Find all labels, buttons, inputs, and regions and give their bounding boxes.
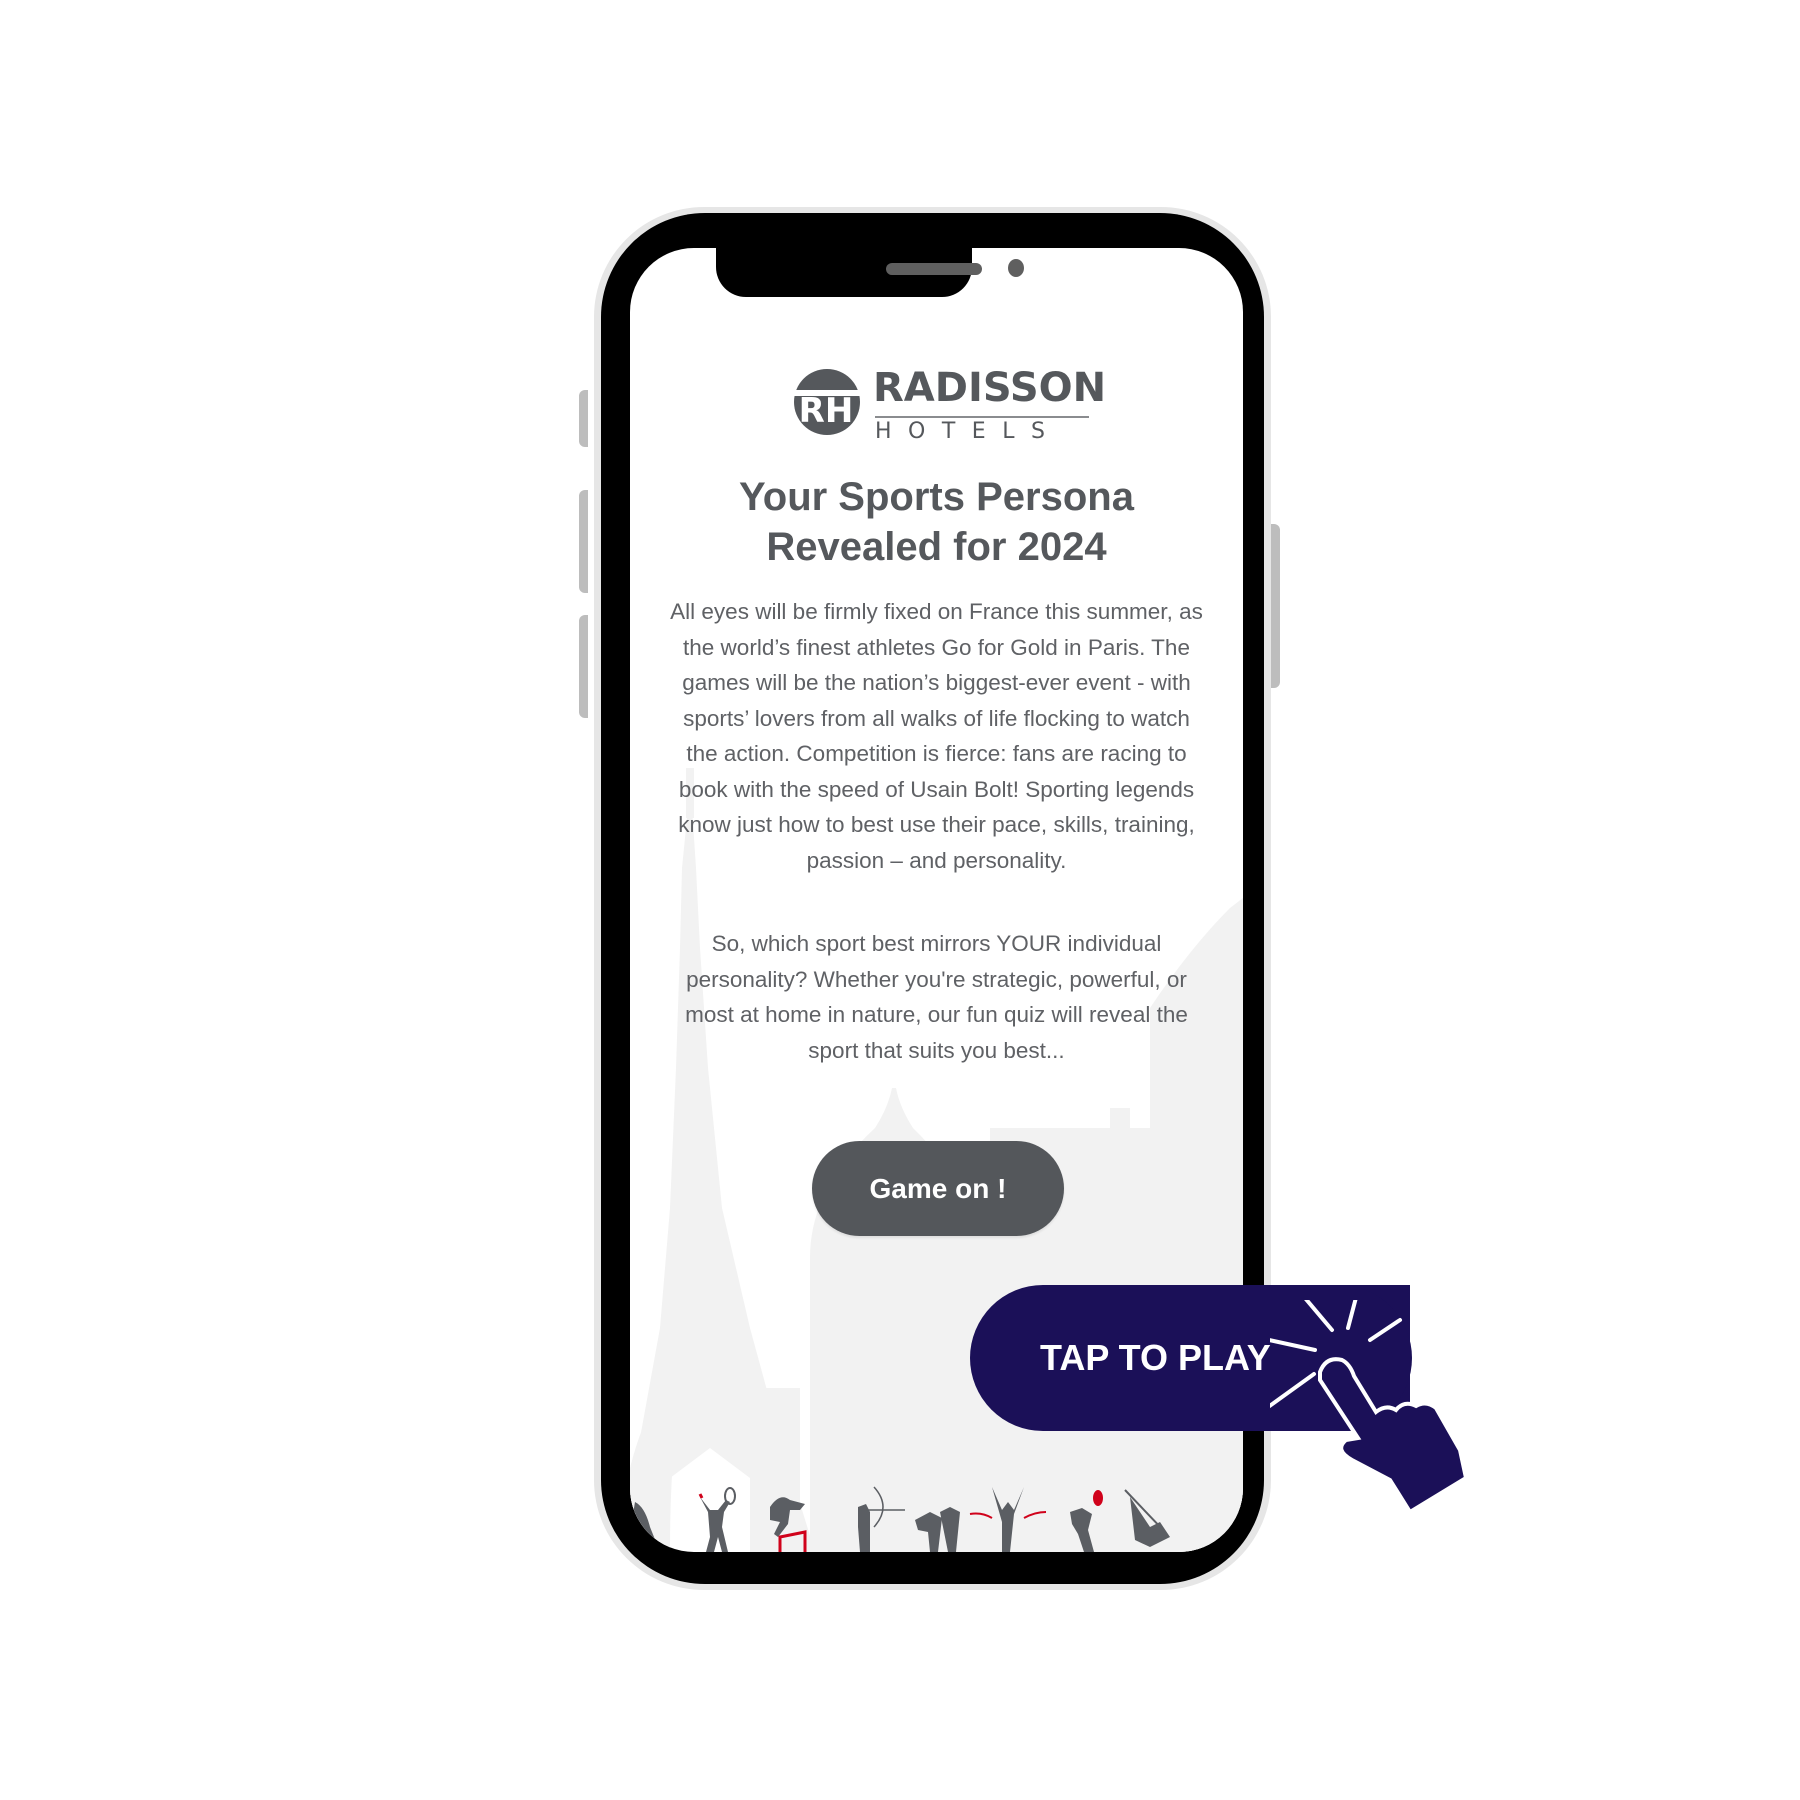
logo-divider <box>875 416 1089 418</box>
martial-arts-icon <box>915 1507 960 1552</box>
power-button <box>1271 524 1280 688</box>
title-line-2: Revealed for 2024 <box>766 525 1107 569</box>
discus-thrower-icon <box>1070 1490 1103 1552</box>
game-on-button[interactable]: Game on ! <box>812 1141 1064 1236</box>
title-line-1: Your Sports Persona <box>739 475 1134 519</box>
hurdler-icon <box>770 1497 807 1552</box>
tennis-player-icon <box>698 1487 736 1552</box>
sports-silhouettes-strip <box>630 1486 1170 1552</box>
kayaker-icon <box>1124 1489 1170 1547</box>
volume-down-button <box>579 615 588 718</box>
speaker-grille <box>886 263 982 275</box>
logo-subtitle: HOTELS <box>875 419 1062 444</box>
tap-hand-icon <box>1270 1300 1469 1510</box>
intro-paragraph: All eyes will be firmly fixed on France … <box>670 599 1203 873</box>
tap-to-play-label[interactable]: TAP TO PLAY <box>1040 1336 1271 1380</box>
volume-up-button <box>579 490 588 593</box>
radisson-hotels-logo: RH RADISSON HOTELS <box>793 366 1106 444</box>
rh-monogram-icon: RH <box>793 369 861 435</box>
logo-wordmark: RADISSON <box>873 365 1107 411</box>
archer-icon <box>858 1486 905 1552</box>
mute-switch <box>579 390 588 447</box>
runner-icon <box>630 1502 660 1552</box>
svg-text:RH: RH <box>799 391 854 431</box>
quiz-paragraph: So, which sport best mirrors YOUR indivi… <box>685 931 1188 1063</box>
front-camera <box>1008 259 1024 277</box>
finish-line-sprinter-icon <box>969 1487 1047 1552</box>
page-title: Your Sports Persona Revealed for 2024 <box>670 472 1203 572</box>
